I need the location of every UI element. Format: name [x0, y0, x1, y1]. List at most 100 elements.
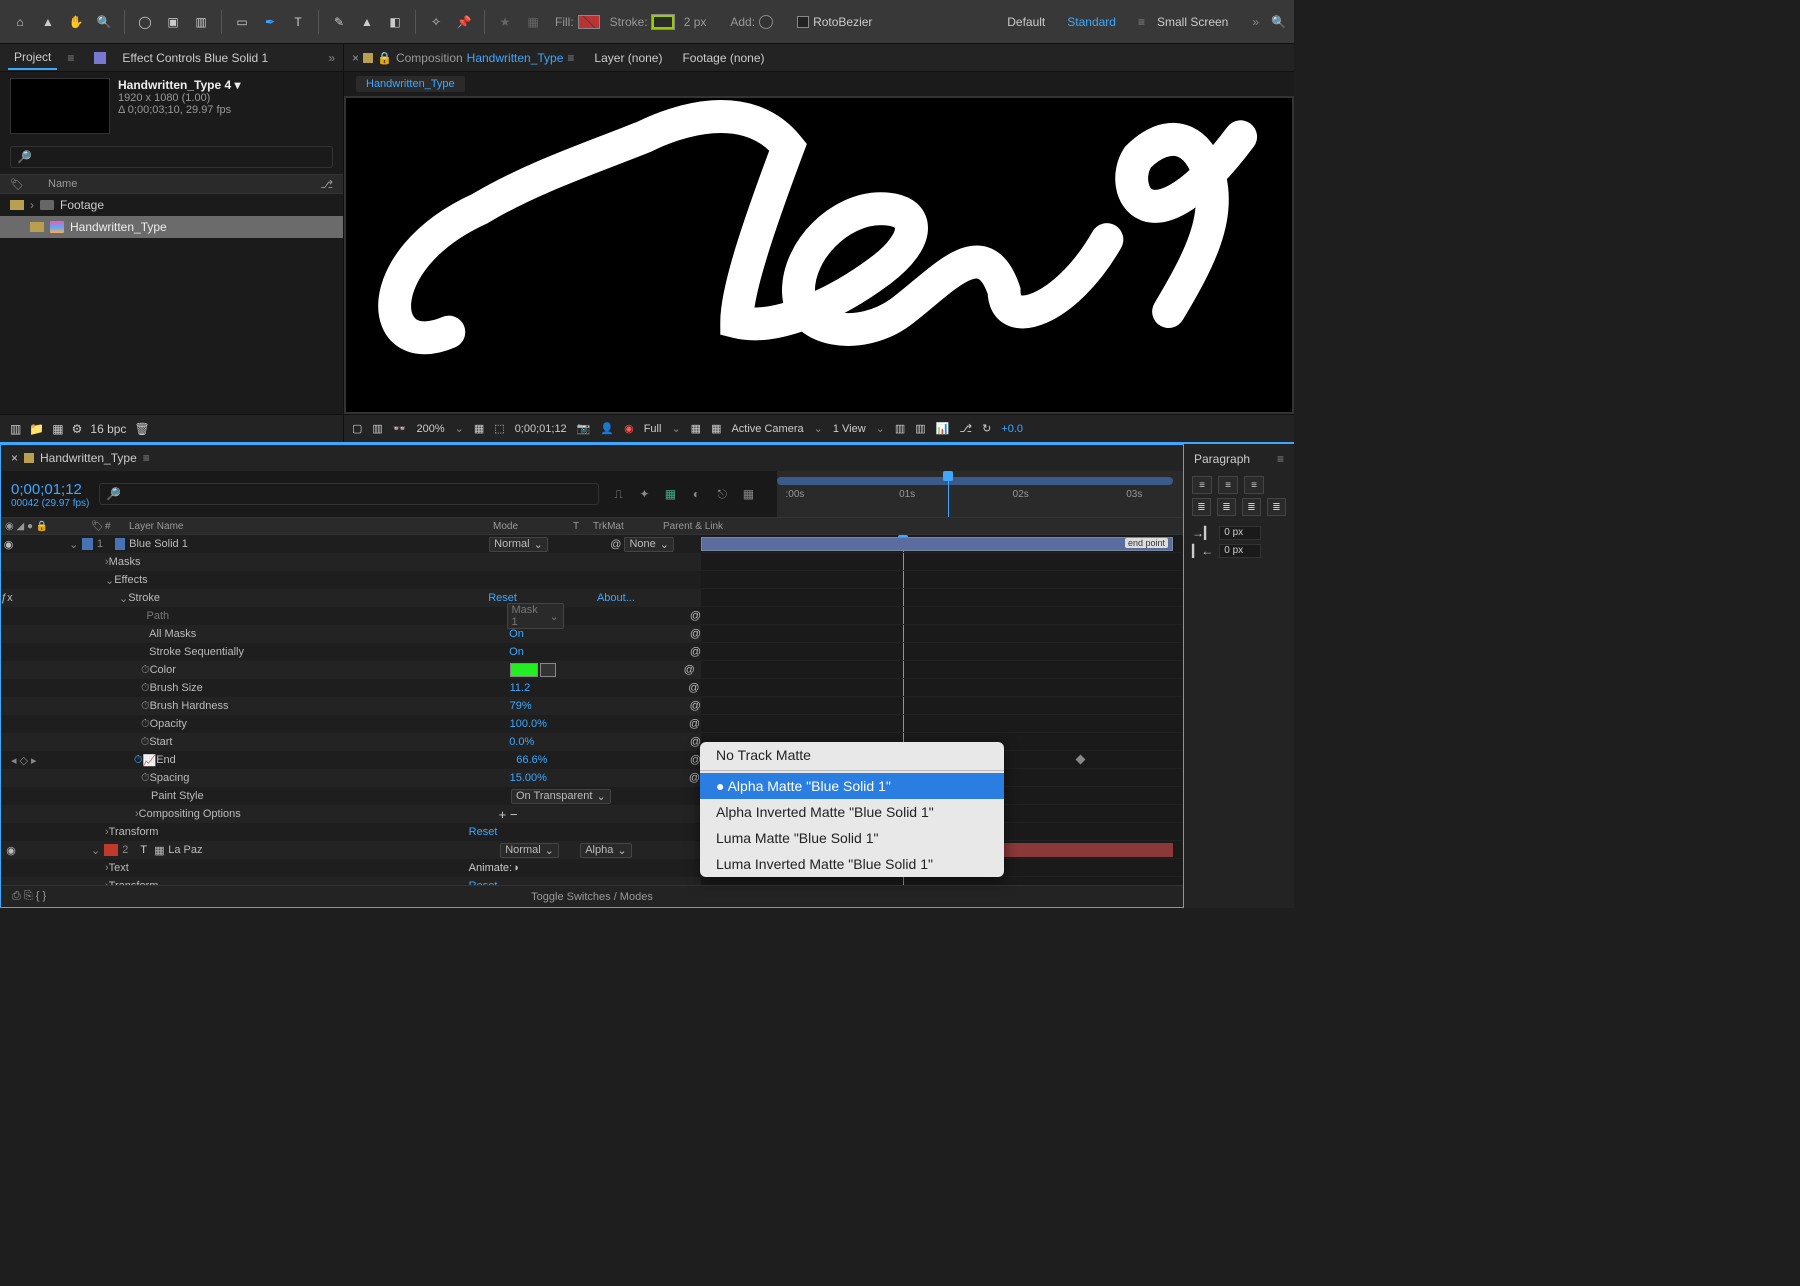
- toggle-switches[interactable]: Toggle Switches / Modes: [531, 891, 653, 903]
- justify-center-icon[interactable]: ≣: [1217, 498, 1236, 516]
- justify-right-icon[interactable]: ≣: [1242, 498, 1261, 516]
- type-tool-icon[interactable]: T: [286, 10, 310, 34]
- stopwatch-icon[interactable]: ⏱: [141, 664, 150, 677]
- keyframe-nav[interactable]: ◂ ◇ ▸: [1, 754, 47, 767]
- justify-all-icon[interactable]: ≣: [1267, 498, 1286, 516]
- bpc-label[interactable]: 16 bpc: [90, 422, 126, 436]
- zoom-tool-icon[interactable]: 🔍: [92, 10, 116, 34]
- workspace-small[interactable]: Small Screen: [1157, 15, 1228, 29]
- lock-icon[interactable]: 🔒: [377, 51, 392, 65]
- star-icon[interactable]: ★: [493, 10, 517, 34]
- effect-controls-tab[interactable]: Effect Controls Blue Solid 1: [116, 47, 274, 69]
- motion-blur-icon[interactable]: ◐: [687, 487, 705, 502]
- ctx-alpha-inverted[interactable]: Alpha Inverted Matte "Blue Solid 1": [700, 799, 1004, 825]
- animate-menu-icon[interactable]: ◑: [512, 862, 519, 874]
- close-tab-icon[interactable]: ×: [352, 51, 359, 65]
- allmasks-value[interactable]: On: [509, 628, 524, 640]
- shape-tool-icon[interactable]: ▭: [230, 10, 254, 34]
- grid-icon[interactable]: ▥: [372, 422, 382, 435]
- shy-icon[interactable]: ⎍: [609, 487, 627, 502]
- orbit-tool-icon[interactable]: ◯: [133, 10, 157, 34]
- new-folder-icon[interactable]: 📁: [29, 422, 44, 436]
- footage-tab[interactable]: Footage (none): [682, 51, 764, 65]
- add-vertex-icon[interactable]: [759, 15, 773, 29]
- trkmat-dropdown[interactable]: Alpha ⌄: [580, 843, 631, 858]
- new-comp-icon[interactable]: ▦: [52, 422, 63, 436]
- project-folder-row[interactable]: › Footage: [0, 194, 343, 216]
- channel-icon[interactable]: ◉: [624, 422, 634, 435]
- paint-style-dropdown[interactable]: On Transparent ⌄: [511, 789, 611, 804]
- ctx-no-matte[interactable]: No Track Matte: [700, 742, 1004, 768]
- exposure[interactable]: +0.0: [1001, 423, 1023, 435]
- 3d-icon[interactable]: ▦: [711, 422, 721, 435]
- rotobezier-checkbox[interactable]: [797, 16, 809, 28]
- selection-tool-icon[interactable]: ▲: [36, 10, 60, 34]
- align-right-icon[interactable]: ≡: [1244, 476, 1264, 494]
- comp-subtab[interactable]: Handwritten_Type: [356, 76, 465, 92]
- show-snapshot-icon[interactable]: 👤: [600, 422, 614, 435]
- settings-icon[interactable]: ⚙: [72, 422, 83, 436]
- zoom-value[interactable]: 200%: [417, 423, 445, 435]
- composition-viewer[interactable]: [346, 98, 1292, 412]
- reset-exposure-icon[interactable]: ↻: [982, 422, 991, 435]
- playhead[interactable]: [948, 471, 949, 517]
- magnify-icon[interactable]: ▢: [352, 422, 362, 435]
- draft3d-icon[interactable]: ✦: [635, 487, 653, 502]
- add-remove-icon[interactable]: + −: [499, 807, 518, 822]
- layer-color-swatch[interactable]: [82, 538, 93, 550]
- align-center-icon[interactable]: ≡: [1218, 476, 1238, 494]
- indent-right-value[interactable]: 0 px: [1219, 544, 1261, 558]
- stroke-width[interactable]: 2 px: [684, 15, 707, 29]
- stroke-swatch[interactable]: [652, 15, 674, 29]
- project-search-input[interactable]: 🔎: [10, 146, 333, 168]
- timecode[interactable]: 0;00;01;12: [515, 423, 567, 435]
- pen-tool-icon[interactable]: ✒: [258, 10, 282, 34]
- pickwhip-icon[interactable]: @: [610, 538, 621, 550]
- snap-icon[interactable]: ▦: [521, 10, 545, 34]
- search-icon[interactable]: 🔍: [1271, 15, 1286, 29]
- fast-preview-icon[interactable]: ▥: [915, 422, 925, 435]
- about-link[interactable]: About...: [597, 592, 635, 604]
- clone-tool-icon[interactable]: ▲: [355, 10, 379, 34]
- home-icon[interactable]: ⌂: [8, 10, 32, 34]
- ctx-luma-inverted[interactable]: Luma Inverted Matte "Blue Solid 1": [700, 851, 1004, 877]
- puppet-tool-icon[interactable]: 📌: [452, 10, 476, 34]
- project-comp-row[interactable]: Handwritten_Type: [0, 216, 343, 238]
- layer-row-2[interactable]: ◉ ⌄ 2 T ▦ La Paz Normal ⌄ Alpha ⌄: [1, 841, 701, 859]
- timeline-icon[interactable]: 📊: [936, 422, 950, 435]
- color-picker-icon[interactable]: [540, 663, 556, 677]
- align-left-icon[interactable]: ≡: [1192, 476, 1212, 494]
- pixel-aspect-icon[interactable]: ▥: [895, 422, 905, 435]
- timeline-search-input[interactable]: 🔎: [99, 483, 599, 505]
- ctx-luma-matte[interactable]: Luma Matte "Blue Solid 1": [700, 825, 1004, 851]
- comp-name[interactable]: Handwritten_Type 4 ▾: [118, 78, 241, 92]
- hand-tool-icon[interactable]: ✋: [64, 10, 88, 34]
- res-icon[interactable]: ▦: [474, 422, 484, 435]
- pickwhip-icon[interactable]: @: [690, 610, 701, 622]
- brush-tool-icon[interactable]: ✎: [327, 10, 351, 34]
- frame-blend-icon[interactable]: ▦: [661, 487, 679, 502]
- views[interactable]: 1 View: [833, 423, 866, 435]
- composition-name[interactable]: Handwritten_Type: [467, 51, 564, 65]
- fill-swatch[interactable]: [578, 15, 600, 29]
- brainstorm-icon[interactable]: ▦: [739, 487, 757, 502]
- interpret-icon[interactable]: ▥: [10, 422, 21, 436]
- graph-icon[interactable]: ⎋: [713, 487, 731, 502]
- active-camera[interactable]: Active Camera: [731, 423, 803, 435]
- camera-tool-icon[interactable]: ▣: [161, 10, 185, 34]
- project-tab[interactable]: Project: [8, 46, 57, 70]
- flowchart-icon[interactable]: ⎇: [320, 178, 333, 191]
- pan-behind-tool-icon[interactable]: ▥: [189, 10, 213, 34]
- workspace-default[interactable]: Default: [1007, 15, 1045, 29]
- timeline-tab[interactable]: Handwritten_Type: [40, 451, 137, 465]
- flowchart-icon[interactable]: ⎇: [959, 422, 972, 435]
- resolution[interactable]: Full: [644, 423, 662, 435]
- parent-dropdown[interactable]: None ⌄: [624, 537, 674, 552]
- current-timecode[interactable]: 0;00;01;12: [11, 481, 82, 498]
- indent-left-value[interactable]: 0 px: [1219, 526, 1261, 540]
- layer-row-1[interactable]: ◉ ⌄ 1 Blue Solid 1 Normal ⌄ @ None ⌄: [1, 535, 701, 553]
- snapshot-icon[interactable]: 📷: [577, 422, 591, 435]
- mask-icon[interactable]: 👓: [393, 422, 407, 435]
- trash-icon[interactable]: 🗑: [134, 422, 149, 436]
- roto-tool-icon[interactable]: ✧: [424, 10, 448, 34]
